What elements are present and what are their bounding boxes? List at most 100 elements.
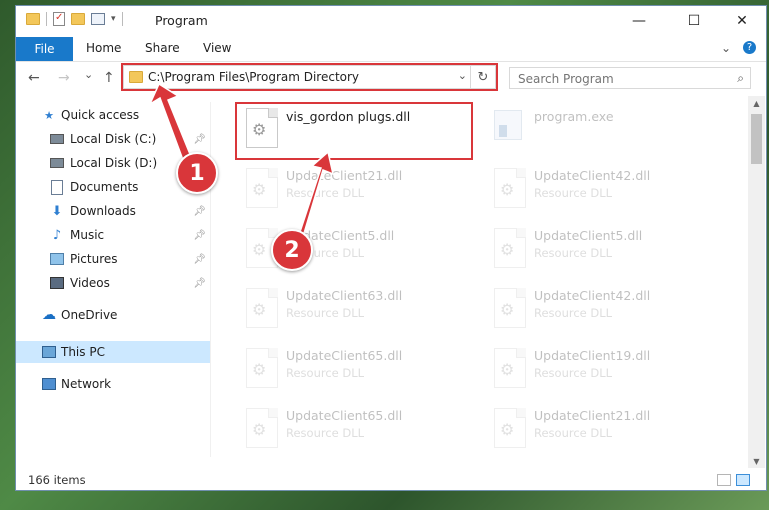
list-item[interactable]: ⚙ UpdateClient42.dll Resource DLL (484, 282, 714, 332)
gear-icon: ⚙ (252, 300, 267, 319)
cloud-icon: ☁ (42, 307, 56, 323)
file-name: UpdateClient63.dll (286, 288, 403, 303)
sidebar-item-this-pc[interactable]: This PC (16, 341, 210, 363)
pin-icon: 📌︎ (193, 133, 206, 145)
gear-icon: ⚙ (252, 420, 267, 439)
sidebar-item-label: Videos (70, 276, 110, 290)
scroll-up-icon[interactable]: ▲ (748, 96, 765, 110)
up-button[interactable]: ↑ (103, 70, 115, 86)
list-item[interactable]: ⚙ UpdateClient65.dll Resource DLL (236, 342, 466, 392)
pin-icon: 📌︎ (193, 229, 206, 241)
file-item-exe[interactable]: program.exe (484, 102, 714, 152)
list-item[interactable]: ⚙ UpdateClient63.dll Resource DLL (236, 282, 466, 332)
file-name: UpdateClient42.dll (534, 288, 651, 303)
pane-divider (210, 102, 211, 457)
sidebar-item-label: Quick access (61, 108, 140, 122)
sidebar-item-local-disk-c[interactable]: Local Disk (C:) 📌︎ (16, 128, 210, 150)
qat-dropdown-icon[interactable]: ▾ (111, 14, 116, 24)
status-bar: 166 items (16, 470, 766, 490)
navigation-pane: ★ Quick access Local Disk (C:) 📌︎ Local … (16, 102, 210, 462)
pin-icon: 📌︎ (193, 253, 206, 265)
file-name: program.exe (534, 109, 614, 124)
file-name: UpdateClient21.dll (286, 168, 403, 183)
close-button[interactable]: ✕ (719, 6, 765, 36)
search-icon[interactable]: ⌕ (737, 71, 744, 86)
ribbon-controls: ⌄ ? (721, 41, 756, 55)
pin-icon: 📌︎ (193, 205, 206, 217)
file-type: Resource DLL (534, 426, 613, 440)
pictures-icon (50, 252, 64, 266)
file-highlight-box (235, 102, 473, 160)
recent-locations-button[interactable]: ⌄ (84, 68, 93, 81)
new-folder-icon[interactable] (71, 13, 85, 25)
vertical-scrollbar[interactable]: ▲ ▼ (748, 96, 765, 468)
sidebar-item-videos[interactable]: Videos 📌︎ (16, 272, 210, 294)
sidebar-item-music[interactable]: ♪ Music 📌︎ (16, 224, 210, 246)
scroll-thumb[interactable] (751, 114, 762, 164)
ribbon-tabs: File Home Share View ⌄ ? (16, 37, 766, 62)
drive-icon (50, 156, 64, 170)
properties-check-icon[interactable] (53, 12, 65, 26)
help-icon[interactable]: ? (743, 41, 756, 54)
list-item[interactable]: ⚙ UpdateClient65.dll Resource DLL (236, 402, 466, 452)
sidebar-item-label: Documents (70, 180, 139, 194)
file-type: Resource DLL (286, 366, 365, 380)
list-item[interactable]: ⚙ UpdateClient21.dll Resource DLL (484, 402, 714, 452)
title-bar: ▾ Program — ☐ ✕ (16, 6, 766, 36)
ribbon-expand-icon[interactable]: ⌄ (721, 41, 731, 55)
sidebar-item-label: Local Disk (D:) (70, 156, 158, 170)
sidebar-item-downloads[interactable]: ⬇ Downloads 📌︎ (16, 200, 210, 222)
file-name: UpdateClient19.dll (534, 348, 651, 363)
exe-file-icon (494, 110, 522, 140)
back-button[interactable]: ← (28, 70, 40, 86)
gear-icon: ⚙ (500, 180, 515, 199)
gear-icon: ⚙ (500, 360, 515, 379)
file-type: Resource DLL (286, 306, 365, 320)
sidebar-item-label: OneDrive (61, 308, 118, 322)
file-type: Resource DLL (534, 306, 613, 320)
window-title: Program (155, 13, 208, 28)
item-count: 166 items (28, 473, 86, 487)
maximize-button[interactable]: ☐ (671, 6, 717, 36)
sidebar-item-onedrive[interactable]: ☁ OneDrive (16, 304, 210, 326)
videos-icon (50, 276, 64, 290)
gear-icon: ⚙ (500, 240, 515, 259)
gear-icon: ⚙ (252, 180, 267, 199)
list-item[interactable]: ⚙ UpdateClient5.dll Resource DLL (484, 222, 714, 272)
gear-icon: ⚙ (500, 420, 515, 439)
music-icon: ♪ (52, 227, 62, 243)
tab-file[interactable]: File (16, 37, 73, 61)
file-name: UpdateClient65.dll (286, 348, 403, 363)
search-box[interactable]: ⌕ (509, 67, 751, 89)
sidebar-item-label: Music (70, 228, 105, 242)
sidebar-item-label: Local Disk (C:) (70, 132, 157, 146)
quick-access-toolbar: ▾ (26, 12, 123, 26)
sidebar-item-pictures[interactable]: Pictures 📌︎ (16, 248, 210, 270)
customize-icon[interactable] (91, 13, 105, 25)
sidebar-item-label: Pictures (70, 252, 118, 266)
list-item[interactable]: ⚙ UpdateClient42.dll Resource DLL (484, 162, 714, 212)
details-view-icon[interactable] (717, 474, 731, 486)
file-type: Resource DLL (534, 246, 613, 260)
file-name: UpdateClient5.dll (534, 228, 643, 243)
sidebar-item-quick-access[interactable]: ★ Quick access (16, 104, 210, 126)
folder-icon (26, 13, 40, 25)
search-input[interactable] (516, 69, 720, 89)
sidebar-item-network[interactable]: Network (16, 373, 210, 395)
separator (46, 12, 47, 26)
tab-view[interactable]: View (203, 41, 231, 55)
list-item[interactable]: ⚙ UpdateClient21.dll Resource DLL (236, 162, 466, 212)
tab-share[interactable]: Share (145, 41, 180, 55)
list-item[interactable]: ⚙ UpdateClient19.dll Resource DLL (484, 342, 714, 392)
tab-home[interactable]: Home (86, 41, 121, 55)
pin-icon: 📌︎ (193, 277, 206, 289)
step-2-badge: 2 (271, 229, 313, 271)
sidebar-item-label: This PC (61, 345, 105, 359)
minimize-button[interactable]: — (616, 6, 662, 36)
scroll-down-icon[interactable]: ▼ (748, 454, 765, 468)
forward-button[interactable]: → (58, 70, 70, 86)
documents-icon (50, 179, 64, 195)
large-icons-view-icon[interactable] (736, 474, 750, 486)
file-type: Resource DLL (534, 366, 613, 380)
star-icon: ★ (44, 108, 54, 122)
